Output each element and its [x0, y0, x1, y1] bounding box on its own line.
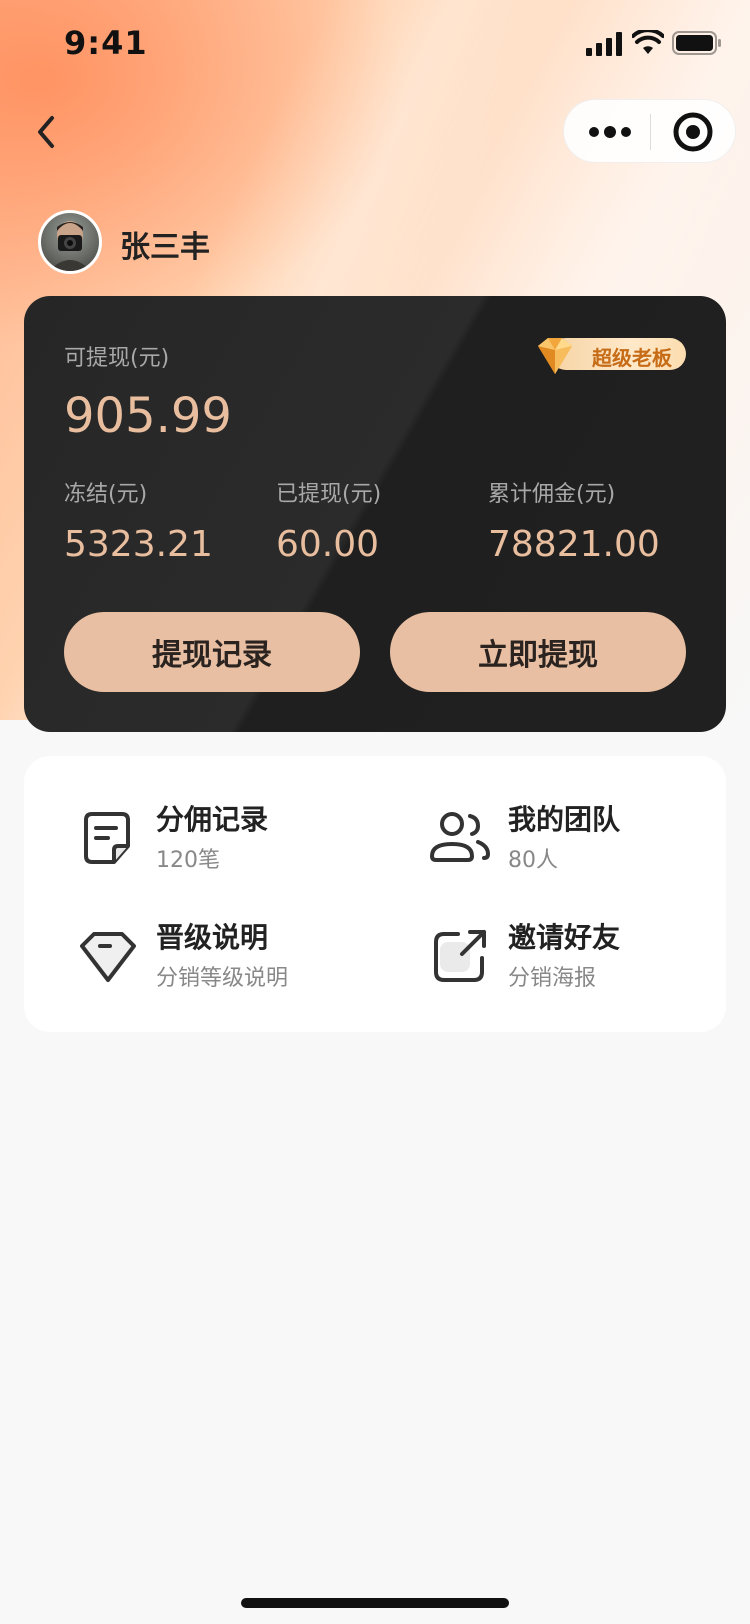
available-amount: 905.99 [64, 388, 232, 444]
status-time: 9:41 [64, 24, 148, 62]
menu-card: 分佣记录 120笔 我的团队 80人 晋级说明 分销等级说明 邀请好友 分销海报 [24, 756, 726, 1032]
total-commission-amount: 78821.00 [488, 524, 660, 565]
gem-icon [538, 338, 572, 374]
avatar[interactable] [38, 210, 102, 274]
available-label: 可提现(元) [64, 346, 170, 371]
wallet-card: 可提现(元) 905.99 超级老板 冻结(元) 5323.21 已提现(元) … [24, 296, 726, 732]
more-icon[interactable] [588, 120, 632, 144]
withdrawn-label: 已提现(元) [276, 482, 382, 507]
wifi-icon [632, 30, 664, 54]
withdrawn-amount: 60.00 [276, 524, 380, 565]
menu-title: 邀请好友 [508, 921, 621, 954]
share-icon [434, 930, 486, 982]
vip-badge: 超级老板 [534, 336, 686, 374]
menu-title: 分佣记录 [156, 803, 269, 836]
close-target-icon[interactable] [672, 111, 714, 153]
home-indicator [241, 1598, 509, 1608]
menu-item-upgrade-info[interactable]: 晋级说明 分销等级说明 [76, 916, 406, 1006]
battery-icon [672, 31, 721, 55]
withdraw-records-button[interactable]: 提现记录 [64, 612, 360, 692]
menu-subtitle: 分销海报 [508, 966, 597, 991]
back-icon[interactable] [24, 104, 72, 160]
commission-record-icon [84, 812, 130, 864]
vip-badge-text: 超级老板 [592, 346, 672, 370]
user-name: 张三丰 [120, 230, 210, 265]
cellular-signal-icon [586, 32, 622, 56]
frozen-amount: 5323.21 [64, 524, 213, 565]
menu-subtitle: 分销等级说明 [156, 966, 289, 991]
mini-program-capsule [563, 99, 736, 163]
total-commission-label: 累计佣金(元) [488, 482, 616, 507]
withdraw-now-button[interactable]: 立即提现 [390, 612, 686, 692]
menu-title: 晋级说明 [156, 921, 269, 954]
menu-item-my-team[interactable]: 我的团队 80人 [428, 798, 750, 888]
status-bar: 9:41 [0, 0, 750, 88]
menu-item-invite-friends[interactable]: 邀请好友 分销海报 [428, 916, 750, 1006]
diamond-icon [80, 932, 136, 982]
menu-subtitle: 120笔 [156, 848, 220, 873]
frozen-label: 冻结(元) [64, 482, 148, 507]
menu-item-commission-records[interactable]: 分佣记录 120笔 [76, 798, 406, 888]
capsule-divider [650, 114, 651, 150]
team-icon [430, 812, 491, 862]
menu-subtitle: 80人 [508, 848, 558, 873]
menu-title: 我的团队 [508, 803, 621, 836]
avatar-photo-icon [49, 221, 91, 271]
